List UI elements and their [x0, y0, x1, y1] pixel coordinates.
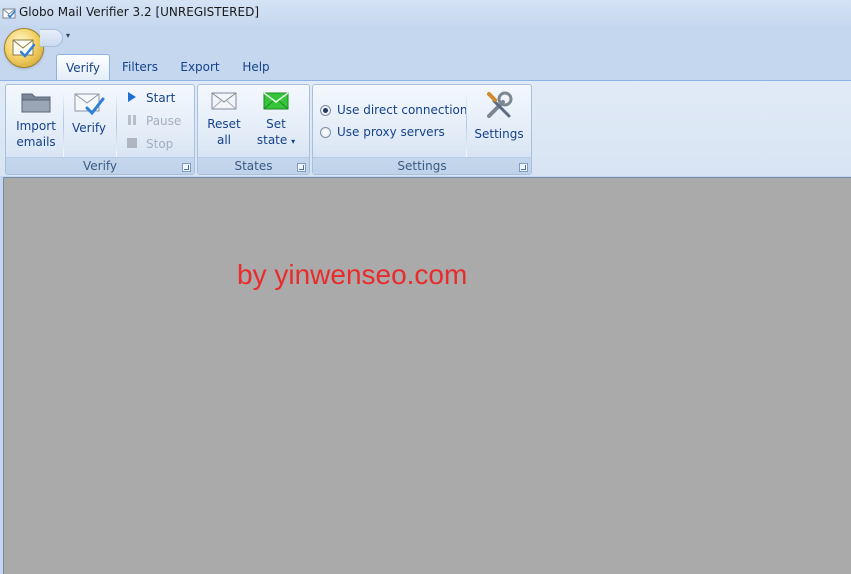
title-bar: Globo Mail Verifier 3.2 [UNREGISTERED] [0, 0, 851, 26]
dialog-launcher-icon[interactable] [182, 163, 191, 172]
verify-label: Verify [71, 121, 107, 135]
chevron-down-icon: ▾ [291, 137, 296, 146]
envelope-icon [211, 92, 237, 110]
states-group: Reset all Set state ▾ States [197, 84, 310, 175]
import-label-line1: Import [16, 119, 56, 133]
main-workspace: by yinwenseo.com [3, 177, 851, 574]
reset-label-line2: all [216, 133, 232, 147]
tab-filters[interactable]: Filters [113, 54, 167, 80]
start-button[interactable]: Start [124, 88, 175, 108]
play-icon [124, 89, 140, 109]
set-state-button[interactable]: Set state ▾ [254, 90, 298, 150]
green-envelope-icon [263, 92, 289, 110]
set-label-line1: Set [266, 117, 286, 131]
direct-connection-label: Use direct connection [337, 103, 468, 117]
pause-icon [124, 112, 140, 132]
reset-all-button[interactable]: Reset all [204, 90, 244, 148]
tab-verify[interactable]: Verify [56, 54, 110, 81]
quick-access-toolbar [40, 29, 63, 47]
chevron-down-icon[interactable]: ▾ [66, 31, 70, 40]
settings-button[interactable]: Settings [473, 90, 525, 142]
pause-label: Pause [146, 114, 182, 128]
watermark-text: by yinwenseo.com [237, 259, 468, 290]
reset-label-line1: Reset [207, 117, 241, 131]
radio-unchecked[interactable] [320, 127, 331, 138]
app-small-icon [2, 8, 16, 19]
stop-label: Stop [146, 137, 174, 151]
separator [466, 89, 467, 157]
verify-button[interactable]: Verify [68, 90, 110, 136]
states-group-label: States [198, 157, 309, 174]
import-emails-button[interactable]: Import emails [12, 90, 60, 150]
settings-group: Use direct connection Use proxy servers … [312, 84, 532, 175]
dialog-launcher-icon[interactable] [519, 163, 528, 172]
tab-help[interactable]: Help [234, 54, 278, 80]
ribbon: Import emails Verify Start Pause Stop Ve… [0, 80, 851, 176]
window-title: Globo Mail Verifier 3.2 [UNREGISTERED] [19, 5, 260, 19]
envelope-check-icon [12, 39, 36, 58]
verify-group: Import emails Verify Start Pause Stop Ve… [5, 84, 195, 175]
folder-icon [21, 93, 51, 113]
radio-checked[interactable] [320, 105, 331, 116]
stop-button[interactable]: Stop [124, 134, 173, 154]
settings-label: Settings [474, 127, 524, 141]
wrench-screwdriver-icon [487, 91, 513, 118]
proxy-servers-option[interactable]: Use proxy servers [320, 122, 445, 142]
separator [116, 89, 117, 157]
envelope-check-icon [74, 93, 105, 116]
application-menu-button[interactable] [5, 29, 43, 67]
tab-export[interactable]: Export [173, 54, 227, 80]
direct-connection-option[interactable]: Use direct connection [320, 100, 467, 120]
set-label-line2: state ▾ [256, 133, 296, 147]
verify-group-label: Verify [6, 157, 194, 174]
import-label-line2: emails [16, 135, 56, 149]
proxy-servers-label: Use proxy servers [337, 125, 445, 139]
settings-group-label: Settings [313, 157, 531, 174]
pause-button[interactable]: Pause [124, 111, 181, 131]
start-label: Start [146, 91, 176, 105]
dialog-launcher-icon[interactable] [297, 163, 306, 172]
separator [63, 89, 64, 157]
stop-icon [124, 135, 140, 155]
